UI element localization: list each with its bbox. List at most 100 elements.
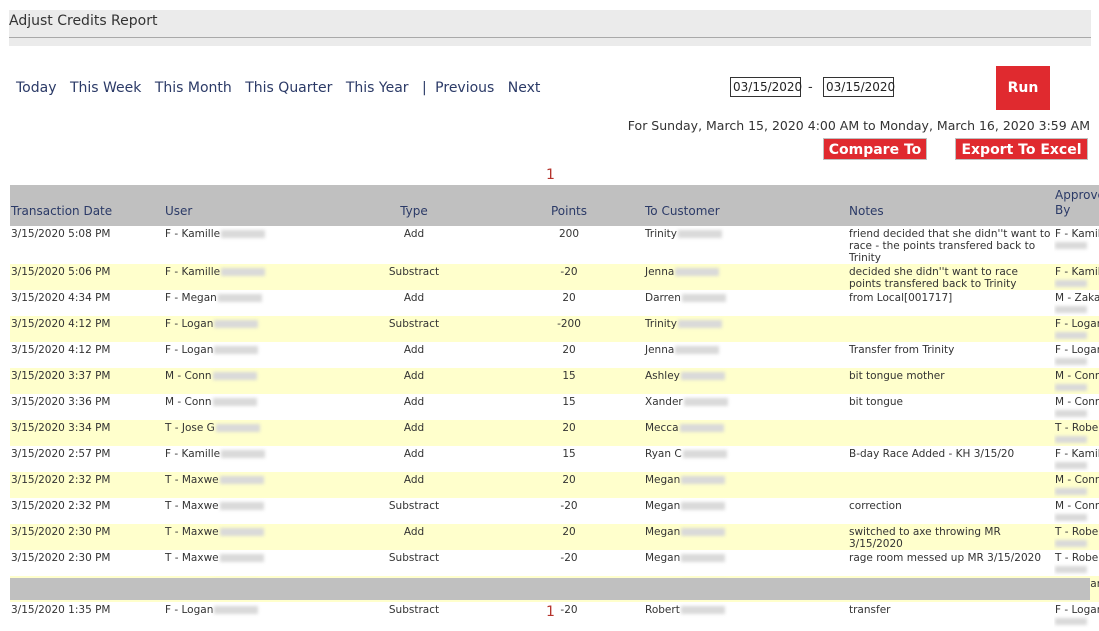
cell-approved-by: F - Kamille <box>1054 264 1099 290</box>
cell-transaction-date-text: 3/15/2020 2:30 PM <box>11 552 111 564</box>
col-points[interactable]: Points <box>494 185 644 226</box>
cell-transaction-date: 3/15/2020 2:30 PM <box>10 550 164 576</box>
cell-type-text: Add <box>403 396 425 408</box>
cell-type: Substract <box>334 550 494 576</box>
cell-user: T - Maxwe <box>164 550 334 576</box>
cell-transaction-date: 3/15/2020 3:36 PM <box>10 394 164 420</box>
cell-transaction-date-text: 3/15/2020 4:34 PM <box>11 292 111 304</box>
cell-approved-by: F - Kamille <box>1054 226 1099 264</box>
date-to-input[interactable]: 03/15/2020 <box>823 77 895 97</box>
cell-approved-by: M - Connor <box>1054 368 1099 394</box>
cell-approved-by-text: M - Connor <box>1055 500 1099 512</box>
cell-user-text: F - Logan <box>165 344 214 356</box>
cell-to-customer: Megan <box>644 524 848 550</box>
cell-notes: switched to axe throwing MR 3/15/2020 <box>848 524 1054 550</box>
col-approved-by[interactable]: Approved By <box>1054 185 1099 226</box>
redacted-name <box>683 398 728 406</box>
cell-to-customer: Trinity <box>644 226 848 264</box>
cell-notes: B-day Race Added - KH 3/15/20 <box>848 446 1054 472</box>
cell-transaction-date: 3/15/2020 2:32 PM <box>10 472 164 498</box>
cell-to-customer-text: Xander <box>645 396 683 408</box>
cell-user: T - Maxwe <box>164 472 334 498</box>
cell-type-text: Add <box>403 370 425 382</box>
redacted-name <box>1055 436 1087 443</box>
cell-points: -20 <box>494 602 644 628</box>
cell-type-text: Substract <box>388 266 440 278</box>
cell-to-customer-text: Megan <box>645 526 681 538</box>
cell-notes: correction <box>848 498 1054 524</box>
col-notes[interactable]: Notes <box>848 185 1054 226</box>
cell-approved-by-text: M - Connor <box>1055 396 1099 408</box>
link-this-week[interactable]: This Week <box>70 80 141 96</box>
cell-points: 20 <box>494 420 644 446</box>
cell-type-text: Add <box>403 292 425 304</box>
cell-to-customer-text: Ashley <box>645 370 680 382</box>
cell-approved-by: M - Zaka <box>1054 290 1099 316</box>
cell-points-text: 20 <box>562 344 576 356</box>
cell-notes <box>848 472 1054 498</box>
cell-to-customer-text: Trinity <box>645 228 678 240</box>
link-next[interactable]: Next <box>508 80 541 96</box>
cell-points: 15 <box>494 368 644 394</box>
redacted-name <box>681 294 726 302</box>
cell-points-text: 15 <box>562 370 576 382</box>
cell-points: 20 <box>494 290 644 316</box>
redacted-name <box>1055 410 1087 417</box>
cell-to-customer: Ashley <box>644 368 848 394</box>
redacted-name <box>221 450 266 458</box>
link-this-quarter[interactable]: This Quarter <box>245 80 332 96</box>
cell-to-customer: Darren <box>644 290 848 316</box>
cell-user-text: M - Conn <box>165 396 212 408</box>
link-this-year[interactable]: This Year <box>346 80 409 96</box>
link-previous[interactable]: Previous <box>435 80 494 96</box>
redacted-name <box>1055 618 1087 625</box>
redacted-name <box>219 476 264 484</box>
cell-type: Add <box>334 290 494 316</box>
pager-top[interactable]: 1 <box>546 167 555 183</box>
pager-bottom[interactable]: 1 <box>546 604 555 620</box>
col-user[interactable]: User <box>164 185 334 226</box>
cell-points: 20 <box>494 472 644 498</box>
cell-notes-text: from Local[001717] <box>849 292 953 304</box>
table-row: 3/15/2020 4:34 PM F - Megan Add 20 Darren fro… <box>10 290 1099 316</box>
cell-notes: from Local[001717] <box>848 290 1054 316</box>
cell-notes-text: bit tongue mother <box>849 370 945 382</box>
link-this-month[interactable]: This Month <box>155 80 232 96</box>
cell-user-text: F - Megan <box>165 292 217 304</box>
col-to-customer[interactable]: To Customer <box>644 185 848 226</box>
cell-user-text: F - Logan <box>165 318 214 330</box>
cell-type: Substract <box>334 498 494 524</box>
date-from-input[interactable]: 03/15/2020 <box>730 77 802 97</box>
export-to-excel-button[interactable]: Export To Excel <box>955 138 1088 160</box>
compare-to-button[interactable]: Compare To <box>823 138 927 160</box>
cell-to-customer-text: Jenna <box>645 344 675 356</box>
run-button[interactable]: Run <box>996 66 1050 110</box>
col-type[interactable]: Type <box>334 185 494 226</box>
cell-user-text: T - Maxwe <box>165 474 219 486</box>
cell-to-customer: Mecca <box>644 420 848 446</box>
cell-points: 15 <box>494 394 644 420</box>
cell-type: Substract <box>334 602 494 628</box>
cell-points: 15 <box>494 446 644 472</box>
date-range-links: Today This Week This Month This Quarter … <box>16 80 549 96</box>
cell-approved-by-text: F - Kamille <box>1055 448 1099 460</box>
cell-to-customer-text: Trinity <box>645 318 678 330</box>
cell-user-text: F - Kamille <box>165 266 221 278</box>
redacted-name <box>1055 566 1087 573</box>
cell-type-text: Add <box>403 228 425 240</box>
cell-notes: bit tongue mother <box>848 368 1054 394</box>
redacted-name <box>214 320 259 328</box>
redacted-name <box>675 268 720 276</box>
cell-approved-by-text: T - Robert <box>1055 552 1099 564</box>
cell-user: F - Logan <box>164 316 334 342</box>
redacted-name <box>679 424 724 432</box>
link-today[interactable]: Today <box>16 80 57 96</box>
cell-notes: transfer <box>848 602 1054 628</box>
cell-transaction-date-text: 3/15/2020 2:32 PM <box>11 500 111 512</box>
cell-to-customer: Jenna <box>644 342 848 368</box>
cell-to-customer: Megan <box>644 472 848 498</box>
cell-points-text: 20 <box>562 422 576 434</box>
cell-points: -200 <box>494 316 644 342</box>
col-transaction-date[interactable]: Transaction Date <box>10 185 164 226</box>
cell-to-customer-text: Mecca <box>645 422 679 434</box>
